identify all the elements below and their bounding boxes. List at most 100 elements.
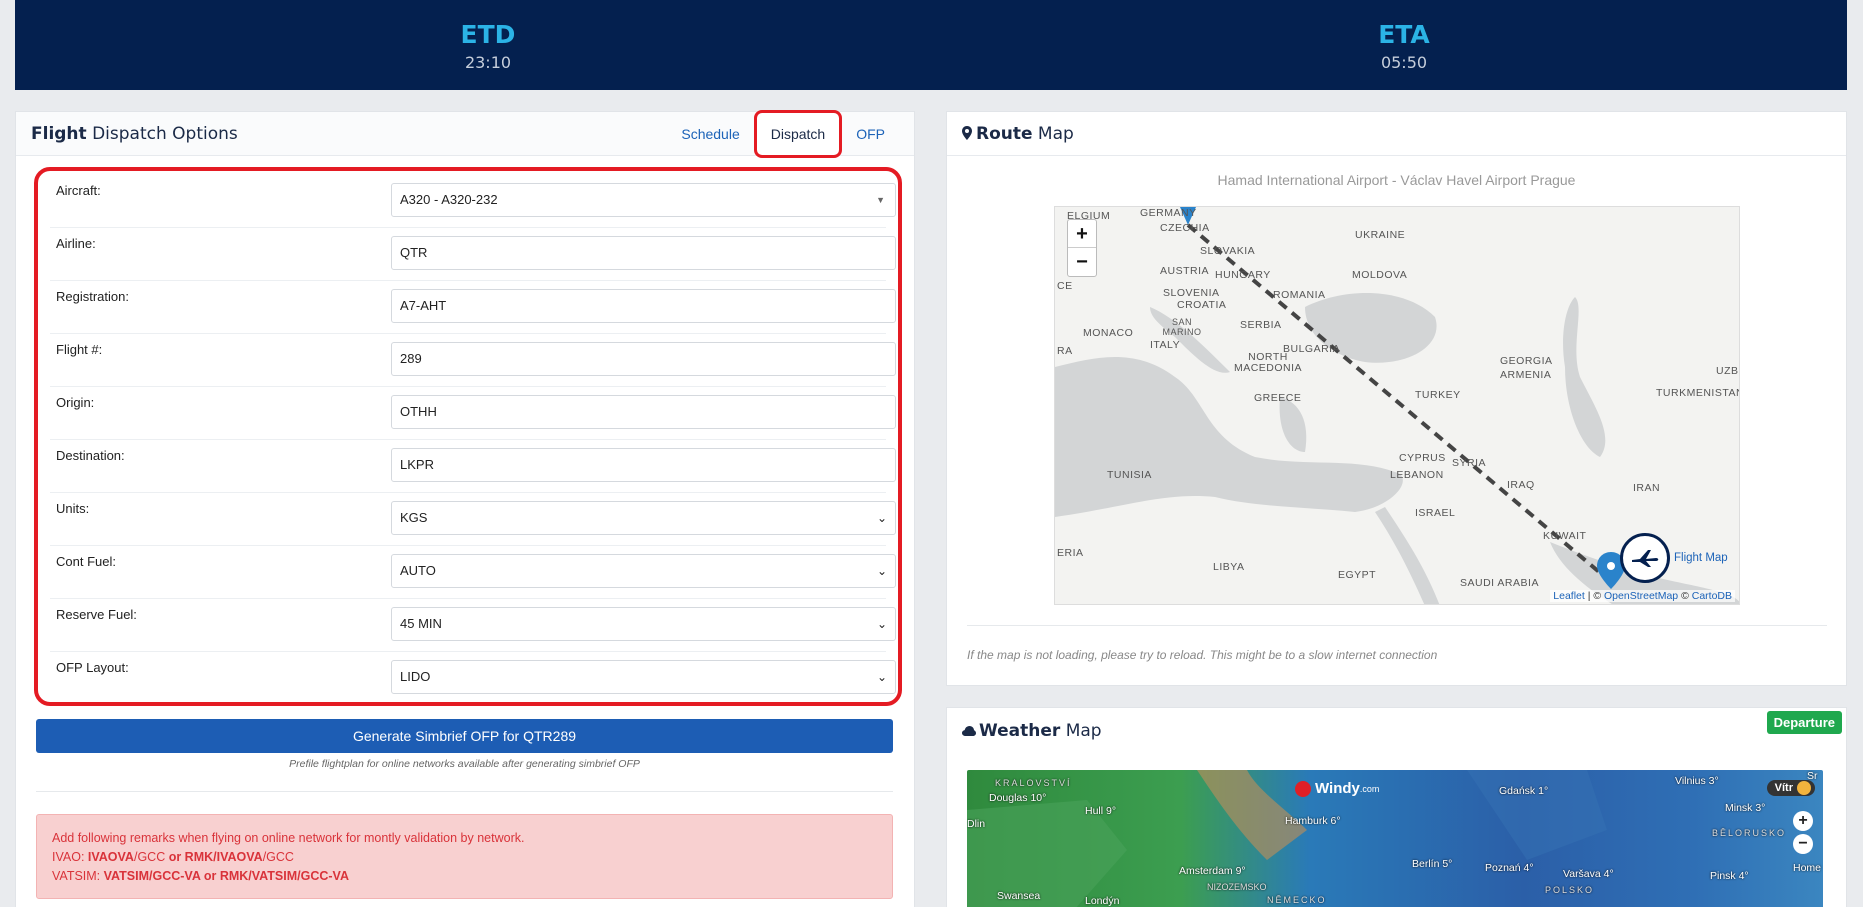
- wind-layer-widget[interactable]: Vítr: [1766, 780, 1815, 796]
- place-label: Varšava 4°: [1563, 868, 1614, 880]
- route-map-header: Route Map: [947, 112, 1846, 156]
- eta-block: ETA 05:50: [1304, 20, 1504, 72]
- units-label: Units:: [56, 501, 90, 516]
- country-label: ARMENIA: [1500, 369, 1552, 381]
- registration-input[interactable]: A7-AHT: [391, 289, 896, 323]
- aircraft-label: Aircraft:: [56, 183, 101, 198]
- place-label: NĚMECKO: [1267, 895, 1327, 905]
- place-label: Pinsk 4°: [1710, 870, 1749, 882]
- place-label: NIZOZEMSKO: [1207, 882, 1267, 892]
- place-label: Amsterdam 9°: [1179, 865, 1246, 877]
- country-label: KUWAIT: [1543, 530, 1587, 542]
- weather-map-title: Weather Map: [962, 721, 1102, 741]
- place-label: Minsk 3°: [1725, 802, 1766, 814]
- map-marker-icon: [962, 126, 972, 140]
- destination-label: Destination:: [56, 448, 125, 463]
- divider: [36, 791, 893, 792]
- place-label: Douglas 10°: [989, 792, 1047, 804]
- route-map-title: Route Map: [962, 124, 1074, 144]
- country-label: GREECE: [1254, 392, 1302, 404]
- country-label: ITALY: [1150, 339, 1181, 351]
- place-label: Home: [1793, 862, 1822, 874]
- country-label: SLOVAKIA: [1200, 245, 1256, 257]
- country-label: IRAN: [1633, 482, 1661, 494]
- eta-label: ETA: [1378, 20, 1430, 49]
- country-label: UZBE: [1716, 365, 1739, 377]
- origin-label: Origin:: [56, 395, 95, 410]
- zoom-out-button[interactable]: −: [1068, 248, 1096, 276]
- ofp-layout-select[interactable]: LIDO ⌄: [391, 660, 896, 694]
- wind-layer-background: [967, 770, 1823, 907]
- country-label: LEBANON: [1390, 469, 1444, 481]
- flight-map-link[interactable]: Flight Map: [1620, 533, 1728, 583]
- country-label: CROATIA: [1177, 299, 1227, 311]
- chevron-down-icon: ⌄: [876, 564, 887, 578]
- eta-value: 05:50: [1380, 53, 1428, 72]
- airline-row: Airline: QTR: [50, 228, 896, 281]
- airline-label: Airline:: [56, 236, 96, 251]
- units-row: Units: KGS ⌄: [50, 493, 896, 546]
- tab-schedule[interactable]: Schedule: [667, 112, 753, 156]
- tab-ofp[interactable]: OFP: [842, 112, 899, 156]
- place-label: Hull 9°: [1085, 805, 1117, 817]
- generate-ofp-button[interactable]: Generate Simbrief OFP for QTR289: [36, 719, 893, 753]
- country-label: HUNGARY: [1215, 269, 1271, 281]
- country-label: CZECHIA: [1160, 222, 1210, 234]
- etd-label: ETD: [460, 20, 516, 49]
- route-subtitle: Hamad International Airport - Václav Hav…: [1217, 172, 1576, 188]
- reserve-fuel-select[interactable]: 45 MIN ⌄: [391, 607, 896, 641]
- carto-link[interactable]: CartoDB: [1692, 590, 1732, 602]
- country-label: TURKEY: [1415, 389, 1461, 401]
- cloud-icon: [962, 726, 976, 736]
- weather-map-header: Weather Map Departure: [947, 708, 1846, 752]
- chevron-down-icon: ⌄: [876, 670, 887, 684]
- dispatch-panel: Flight Dispatch Options Schedule Dispatc…: [15, 110, 915, 907]
- country-label: TURKMENISTAN: [1656, 387, 1740, 399]
- airline-input[interactable]: QTR: [391, 236, 896, 270]
- aircraft-select[interactable]: A320 - A320-232 ▼: [391, 183, 896, 217]
- country-label: ISRAEL: [1415, 507, 1456, 519]
- place-label: Dlin: [967, 818, 986, 830]
- origin-input[interactable]: OTHH: [391, 395, 896, 429]
- country-label: ROMANIA: [1273, 289, 1326, 301]
- weather-map-panel: Weather Map Departure Windy .com Douglas…: [946, 707, 1847, 907]
- osm-link[interactable]: OpenStreetMap: [1604, 590, 1678, 602]
- leaflet-link[interactable]: Leaflet: [1553, 590, 1585, 602]
- prefile-note: Prefile flightplan for online networks a…: [289, 758, 640, 770]
- country-label: IRAQ: [1507, 479, 1535, 491]
- country-label: SLOVENIA: [1163, 287, 1220, 299]
- route-map[interactable]: UKRAINE SLOVAKIA AUSTRIA HUNGARY MOLDOVA…: [1054, 206, 1740, 605]
- flight-number-input[interactable]: 289: [391, 342, 896, 376]
- zoom-in-button[interactable]: +: [1068, 220, 1096, 248]
- place-label: KRALOVSTVÍ: [995, 778, 1072, 788]
- units-value: KGS: [400, 510, 428, 525]
- country-label: GEORGIA: [1500, 355, 1553, 367]
- dispatch-title: Flight Dispatch Options: [31, 124, 238, 144]
- registration-row: Registration: A7-AHT: [50, 281, 896, 334]
- cont-fuel-value: AUTO: [400, 563, 436, 578]
- divider: [967, 625, 1827, 626]
- windy-logo-icon: [1295, 780, 1311, 797]
- ofp-layout-label: OFP Layout:: [56, 660, 129, 675]
- country-label: SERBIA: [1240, 319, 1282, 331]
- country-label: LIBYA: [1213, 561, 1245, 573]
- dispatch-form: Aircraft: A320 - A320-232 ▼ Airline: QTR …: [34, 167, 902, 706]
- destination-input[interactable]: LKPR: [391, 448, 896, 482]
- units-select[interactable]: KGS ⌄: [391, 501, 896, 535]
- country-label: CYPRUS: [1399, 452, 1446, 464]
- windy-map[interactable]: Windy .com Douglas 10° Hull 9° Hamburk 6°…: [967, 770, 1823, 907]
- tab-dispatch[interactable]: Dispatch: [753, 110, 843, 158]
- weather-zoom-in-button[interactable]: +: [1793, 811, 1813, 831]
- cont-fuel-select[interactable]: AUTO ⌄: [391, 554, 896, 588]
- map-attribution: Leaflet | © OpenStreetMap © CartoDB: [1550, 590, 1735, 602]
- departure-badge[interactable]: Departure: [1766, 711, 1842, 734]
- flight-number-label: Flight #:: [56, 342, 103, 357]
- ofp-layout-row: OFP Layout: LIDO ⌄: [50, 652, 896, 705]
- flight-number-row: Flight #: 289: [50, 334, 896, 387]
- route-map-panel: Route Map Hamad International Airport - …: [946, 111, 1847, 686]
- weather-zoom-out-button[interactable]: −: [1793, 834, 1813, 854]
- windy-brand: Windy .com: [1295, 780, 1379, 797]
- plane-icon: [1620, 533, 1670, 583]
- dispatch-tabs: Schedule Dispatch OFP: [667, 110, 899, 158]
- place-label: Gdańsk 1°: [1499, 785, 1549, 797]
